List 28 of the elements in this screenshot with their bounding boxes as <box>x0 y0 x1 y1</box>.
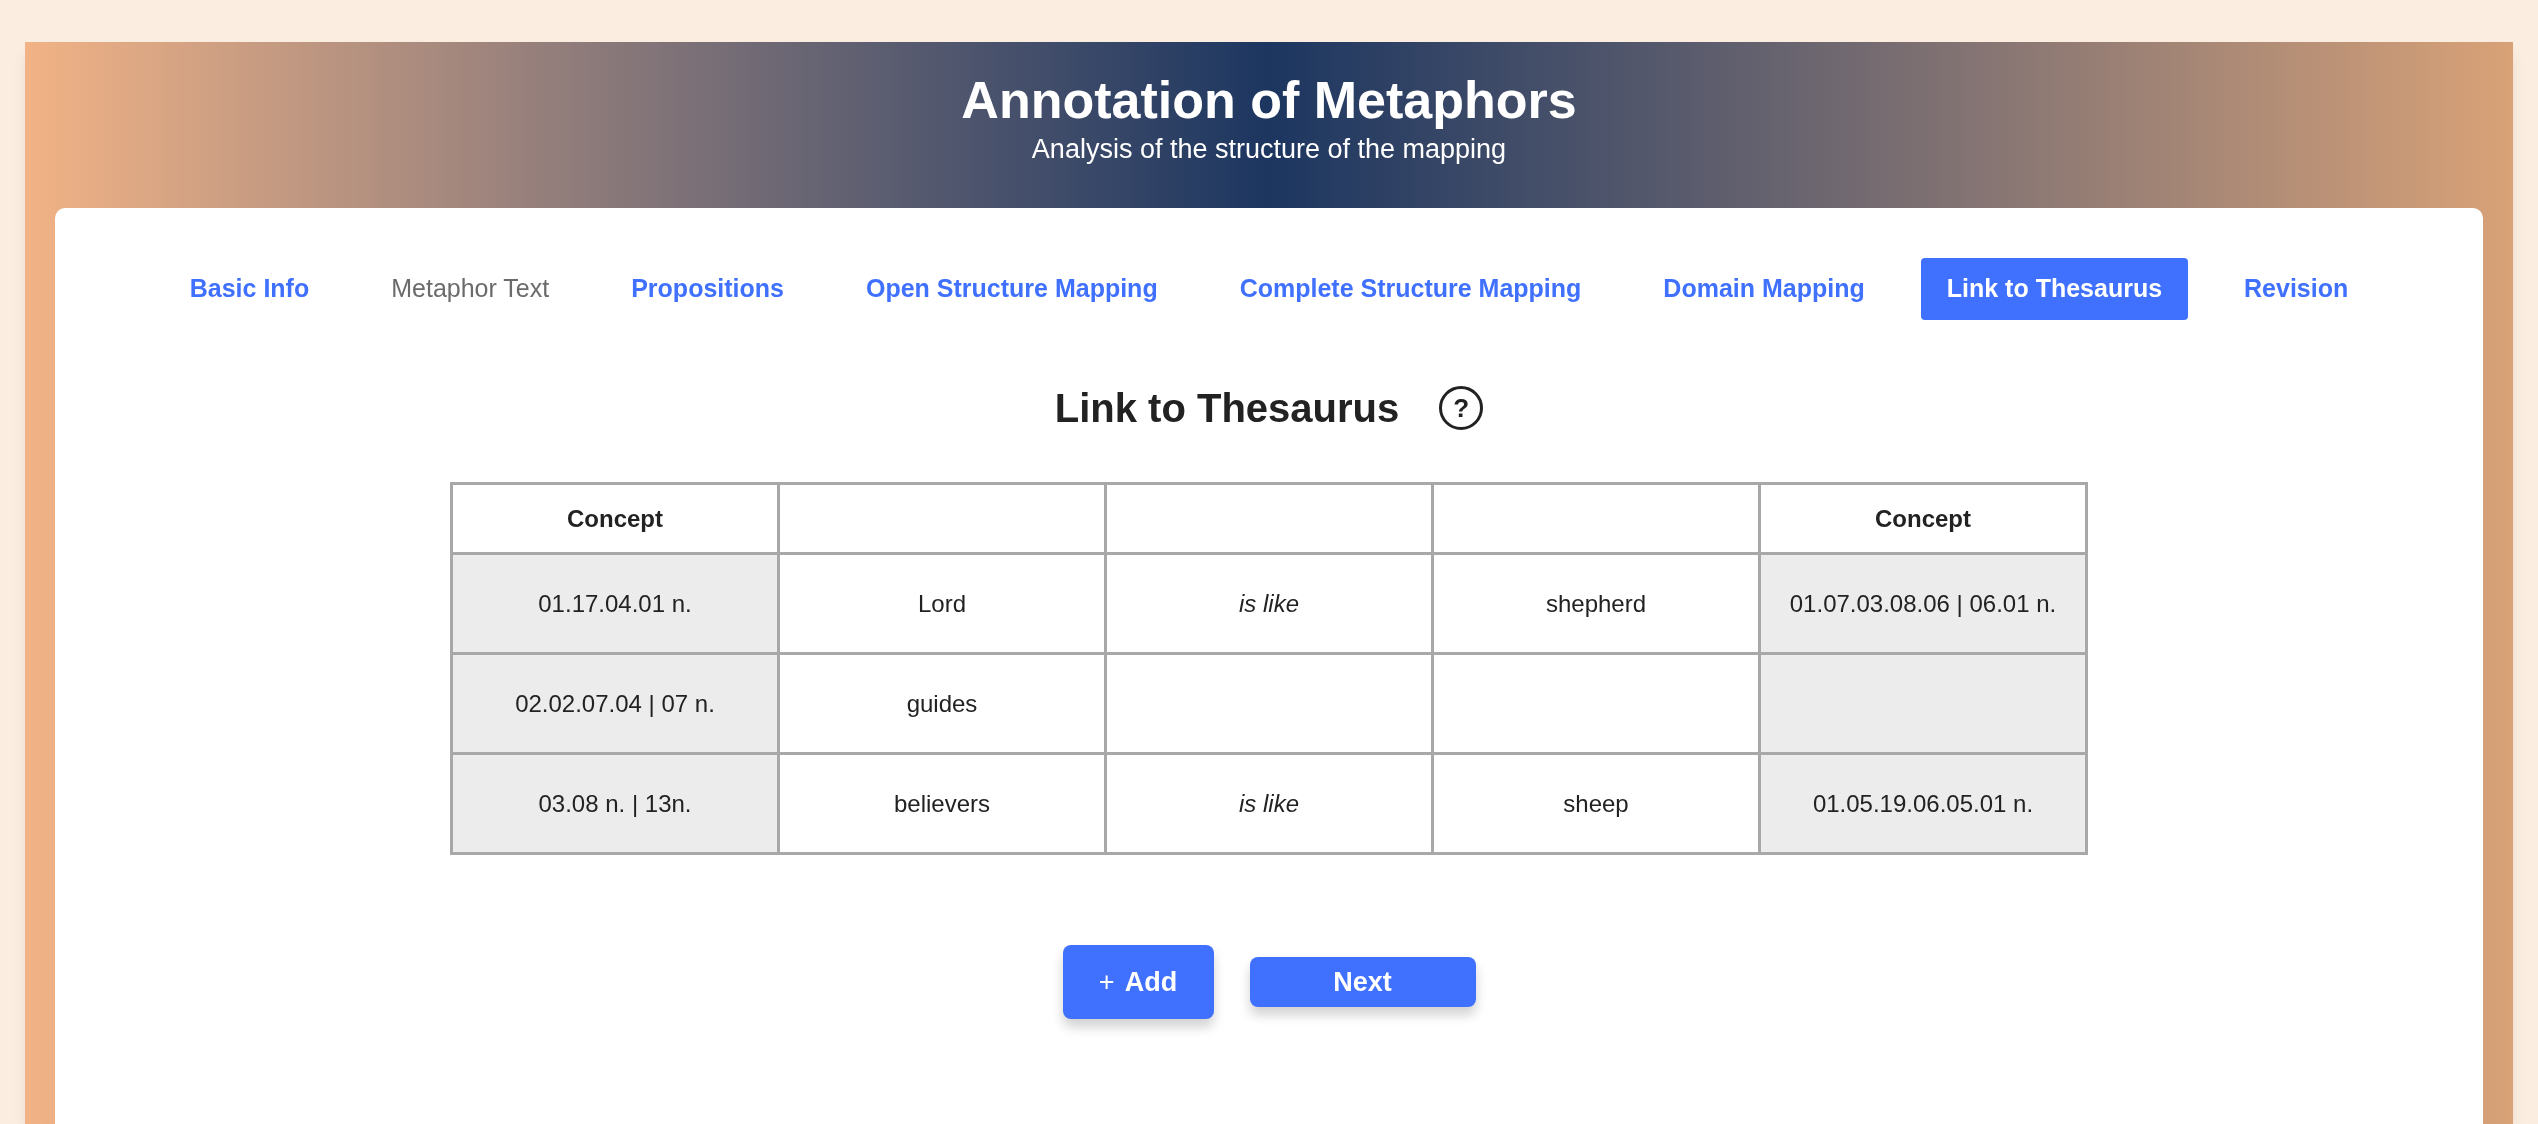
table-cell: 01.07.03.08.06 | 06.01 n. <box>1759 553 2087 654</box>
tab[interactable]: Revision <box>2218 258 2375 320</box>
table-cell: 02.02.07.04 | 07 n. <box>451 653 779 754</box>
column-header: Concept <box>451 483 779 554</box>
table-cell: shepherd <box>1432 553 1760 654</box>
table-cell: 01.17.04.01 n. <box>451 553 779 654</box>
tab[interactable]: Link to Thesaurus <box>1920 258 2189 320</box>
tab[interactable]: Open Structure Mapping <box>840 258 1184 320</box>
table-cell: is like <box>1105 553 1433 654</box>
column-header: Concept <box>1759 483 2087 554</box>
add-button[interactable]: + Add <box>1062 945 1214 1019</box>
table-cell: 03.08 n. | 13n. <box>451 753 779 854</box>
table-cell: is like <box>1105 753 1433 854</box>
next-button[interactable]: Next <box>1249 957 1476 1007</box>
tab[interactable]: Basic Info <box>163 258 336 320</box>
section-title: Link to Thesaurus <box>1054 385 1400 432</box>
add-label: Add <box>1124 965 1178 999</box>
tab[interactable]: Propositions <box>605 258 810 320</box>
table-cell: 01.05.19.06.05.01 n. <box>1759 753 2087 854</box>
table-cell: believers <box>778 753 1106 854</box>
table-cell: guides <box>778 653 1106 754</box>
tab[interactable]: Complete Structure Mapping <box>1213 258 1608 320</box>
tab[interactable]: Domain Mapping <box>1637 258 1891 320</box>
help-icon[interactable]: ? <box>1439 386 1484 430</box>
plus-icon: + <box>1098 961 1115 1003</box>
table-cell: sheep <box>1432 753 1760 854</box>
table-cell: Lord <box>778 553 1106 654</box>
page-subtitle: Analysis of the structure of the mapping <box>1031 135 1507 163</box>
